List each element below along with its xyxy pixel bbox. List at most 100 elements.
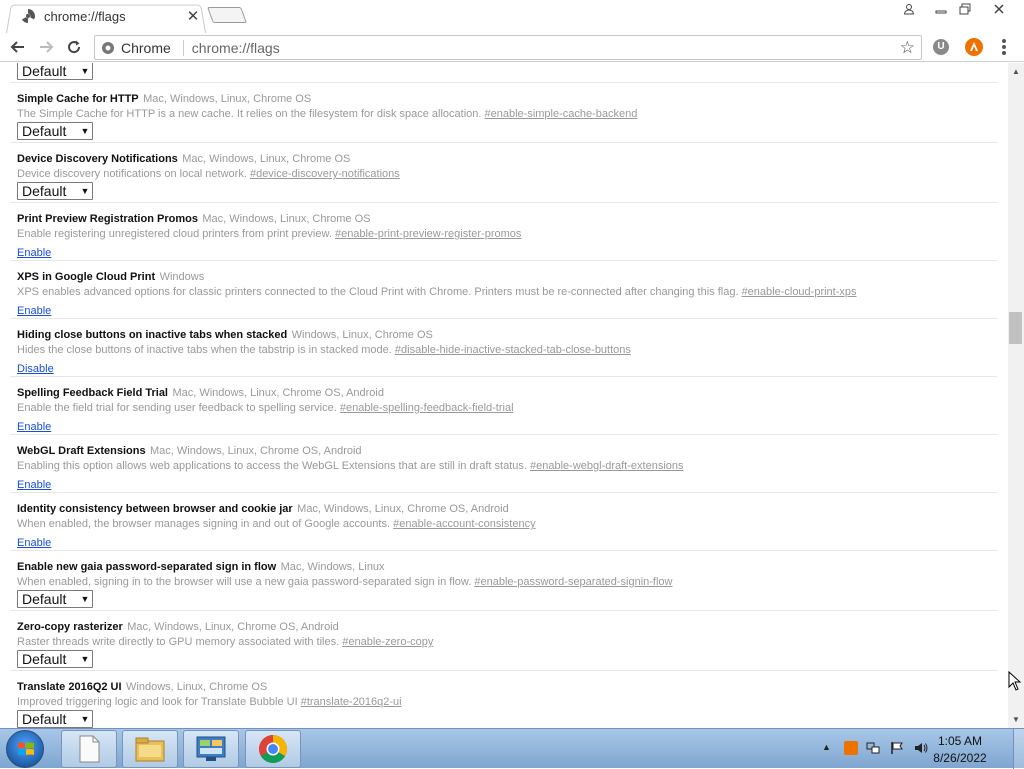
omnibox-scheme-label: Chrome — [121, 39, 171, 56]
flag-state-select[interactable]: Default ▼ — [17, 590, 93, 608]
flag-toggle-link[interactable]: Enable — [17, 421, 51, 433]
flag-state-value: Default — [22, 63, 67, 79]
flag-platforms: Windows — [159, 271, 205, 283]
flag-permalink[interactable]: #enable-zero-copy — [342, 636, 433, 648]
flag-permalink[interactable]: #enable-print-preview-register-promos — [335, 228, 521, 240]
taskbar-chrome-button[interactable] — [245, 730, 301, 768]
scroll-up-arrow-icon[interactable]: ▲ — [1012, 67, 1020, 76]
window-close-button[interactable] — [986, 0, 1012, 18]
flag-description-line: XPS enables advanced options for classic… — [17, 285, 997, 300]
flag-permalink[interactable]: #translate-2016q2-ui — [301, 696, 402, 708]
start-button[interactable] — [6, 730, 44, 768]
back-arrow-icon — [10, 41, 24, 53]
flag-description-line: Improved triggering logic and look for T… — [17, 695, 997, 710]
flag-state-value: Default — [22, 591, 67, 607]
flag-platforms: Mac, Windows, Linux, Chrome OS, Android — [150, 445, 362, 457]
flag-platforms: Mac, Windows, Linux, Chrome OS, Android — [297, 503, 509, 515]
extension-u-icon[interactable]: U — [933, 39, 949, 55]
flag-state-select[interactable]: Default ▼ — [17, 122, 93, 140]
network-icon[interactable] — [866, 741, 880, 755]
flag-toggle-link[interactable]: Disable — [17, 363, 54, 375]
tab-content[interactable]: chrome://flags ✕ — [20, 6, 200, 26]
flag-experiment-row: Device Discovery Notifications Mac, Wind… — [10, 143, 997, 203]
flag-state-value: Default — [22, 183, 67, 199]
browser-toolbar: Chrome chrome://flags ☆ — [0, 33, 1024, 62]
flag-platforms: Windows, Linux, Chrome OS — [126, 681, 268, 693]
bookmark-star-icon[interactable]: ☆ — [900, 39, 915, 57]
flag-permalink[interactable]: #enable-simple-cache-backend — [485, 108, 638, 120]
flag-state-select[interactable]: Default ▼ — [17, 182, 93, 200]
flag-experiment-row: Translate 2016Q2 UI Windows, Linux, Chro… — [10, 671, 997, 728]
flag-description: Raster threads write directly to GPU mem… — [17, 636, 340, 648]
minimize-button[interactable] — [930, 0, 952, 18]
flag-description: XPS enables advanced options for classic… — [17, 286, 739, 298]
flag-title-line: Simple Cache for HTTP Mac, Windows, Linu… — [17, 89, 997, 107]
flag-toggle-link[interactable]: Enable — [17, 247, 51, 259]
flag-permalink[interactable]: #disable-hide-inactive-stacked-tab-close… — [395, 344, 631, 356]
flag-title-line: WebGL Draft Extensions Mac, Windows, Lin… — [17, 441, 997, 459]
flag-platforms: Mac, Windows, Linux, Chrome OS — [143, 93, 312, 105]
chrome-menu-button[interactable] — [1001, 38, 1007, 56]
scroll-down-arrow-icon[interactable]: ▼ — [1012, 715, 1020, 724]
flag-toggle-link[interactable]: Enable — [17, 537, 51, 549]
forward-button[interactable] — [35, 36, 57, 58]
vertical-scrollbar[interactable]: ▲ ▼ — [1008, 63, 1024, 728]
flag-experiment-row: Default ▼ — [10, 63, 997, 83]
avast-tray-icon[interactable] — [844, 741, 858, 755]
scrollbar-thumb[interactable] — [1009, 312, 1022, 344]
flag-name: WebGL Draft Extensions — [17, 445, 146, 457]
new-tab-button[interactable] — [207, 7, 247, 23]
taskbar-document-button[interactable] — [61, 730, 117, 768]
back-button[interactable] — [7, 36, 29, 58]
flag-state-value: Default — [22, 711, 67, 727]
flag-state-select[interactable]: Default ▼ — [17, 710, 93, 728]
dropdown-arrow-icon: ▼ — [80, 66, 90, 76]
page-viewport: Default ▼ Simple Cache for HTTP Mac, Windo… — [0, 63, 1008, 728]
clock-time[interactable]: 1:05 AM — [930, 734, 990, 748]
avast-extension-icon[interactable] — [965, 38, 983, 56]
flag-description-line: When enabled, signing in to the browser … — [17, 575, 997, 590]
flag-permalink[interactable]: #enable-cloud-print-xps — [742, 286, 857, 298]
flag-name: XPS in Google Cloud Print — [17, 271, 156, 283]
flag-permalink[interactable]: #enable-account-consistency — [393, 518, 535, 530]
flag-title-line: Enable new gaia password-separated sign … — [17, 557, 997, 575]
chrome-page-icon — [102, 41, 114, 54]
show-desktop-button[interactable] — [1013, 729, 1024, 769]
show-hidden-icons-icon[interactable]: ▲ — [822, 742, 831, 752]
flag-permalink[interactable]: #enable-spelling-feedback-field-trial — [340, 402, 514, 414]
clock-date[interactable]: 8/26/2022 — [930, 751, 990, 765]
flag-state-select[interactable]: Default ▼ — [17, 63, 93, 80]
reload-button[interactable] — [63, 36, 85, 58]
taskbar-explorer-button[interactable] — [122, 730, 178, 768]
profile-icon[interactable] — [898, 0, 920, 18]
flag-toggle-link[interactable]: Enable — [17, 479, 51, 491]
flag-state-value: Default — [22, 651, 67, 667]
flag-experiment-row: WebGL Draft Extensions Mac, Windows, Lin… — [10, 435, 997, 493]
flag-toggle-link[interactable]: Enable — [17, 305, 51, 317]
flag-description-line: Enabling this option allows web applicat… — [17, 459, 997, 474]
tab-close-icon[interactable]: ✕ — [186, 7, 200, 25]
flag-name: Zero-copy rasterizer — [17, 621, 123, 633]
omnibox-divider — [182, 39, 184, 56]
flag-experiment-row: Simple Cache for HTTP Mac, Windows, Linu… — [10, 83, 997, 143]
omnibox[interactable]: Chrome chrome://flags ☆ — [94, 35, 922, 60]
dropdown-arrow-icon: ▼ — [80, 594, 90, 604]
windows-logo-icon — [18, 742, 34, 755]
flag-name: Enable new gaia password-separated sign … — [17, 561, 277, 573]
restore-button[interactable] — [954, 0, 976, 18]
action-center-flag-icon[interactable] — [890, 741, 904, 755]
flag-description-line: When enabled, the browser manages signin… — [17, 517, 997, 532]
omnibox-url[interactable]: chrome://flags — [192, 40, 280, 56]
flag-action-line: Enable — [17, 243, 997, 261]
volume-icon[interactable] — [914, 741, 928, 755]
chrome-logo-icon — [259, 735, 287, 763]
flag-permalink[interactable]: #enable-password-separated-signin-flow — [474, 576, 672, 588]
flag-state-select[interactable]: Default ▼ — [17, 650, 93, 668]
flag-title-line: Hiding close buttons on inactive tabs wh… — [17, 325, 997, 343]
flag-permalink[interactable]: #device-discovery-notifications — [250, 168, 400, 180]
taskbar-control-panel-button[interactable] — [183, 730, 239, 768]
flag-title-line: Zero-copy rasterizer Mac, Windows, Linux… — [17, 617, 997, 635]
flag-action-line: Enable — [17, 533, 997, 551]
flag-permalink[interactable]: #enable-webgl-draft-extensions — [530, 460, 683, 472]
flag-state-value: Default — [22, 123, 67, 139]
